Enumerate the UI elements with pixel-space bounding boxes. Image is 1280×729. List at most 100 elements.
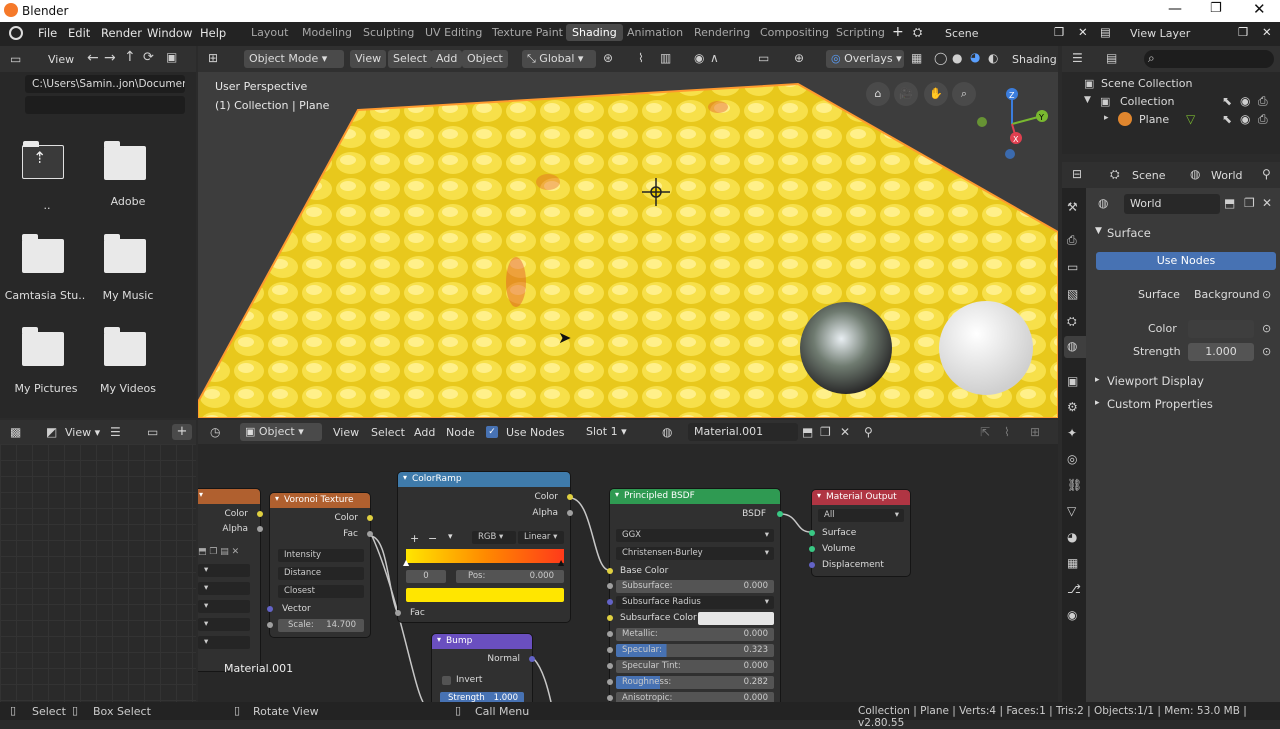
menu-file[interactable]: File (38, 26, 57, 40)
select-arrow-icon[interactable]: ⬉ (1222, 112, 1232, 126)
menu-render[interactable]: Render (101, 26, 142, 40)
visibility-eye-icon[interactable]: ◉ (1240, 112, 1250, 126)
render-tab-icon[interactable]: ⎙ (1067, 233, 1077, 248)
new-scene-icon[interactable]: ❐ (1054, 25, 1064, 39)
surface-value[interactable]: Background (1188, 286, 1260, 304)
anisotropic-field[interactable]: Anisotropic: 0.000 (616, 692, 774, 702)
position-field[interactable]: Pos: 0.000 (456, 570, 564, 583)
world-tab-icon[interactable]: ◍ (1190, 167, 1200, 181)
link-dot-icon[interactable]: ⊙ (1262, 288, 1271, 301)
stop-index-field[interactable]: 0 (406, 570, 446, 583)
object-mode-dropdown[interactable]: Object Mode ▾ (244, 50, 344, 68)
remove-view-layer-icon[interactable]: ✕ (1262, 25, 1272, 39)
node-menu-view[interactable]: View (333, 426, 359, 439)
tab-rendering[interactable]: Rendering (694, 26, 750, 39)
file-item-my-videos[interactable]: My Videos (82, 320, 172, 400)
toggle-camera-icon[interactable]: ⌂ (866, 82, 890, 106)
scene-prop-tab-icon[interactable]: ⛭ (1067, 314, 1077, 329)
world-name-field[interactable]: World (1124, 194, 1220, 214)
snap-target-icon[interactable]: ▥ (660, 51, 671, 65)
editor-type-icon[interactable]: ▭ (10, 52, 21, 66)
stop-handle-icon[interactable]: ▲ (558, 558, 564, 567)
use-nodes-button[interactable]: Use Nodes (1096, 252, 1276, 270)
snap-mode-icon[interactable]: ⊞ (1030, 425, 1040, 439)
subsurface-field[interactable]: Subsurface: 0.000 (616, 580, 774, 593)
shading-dropdown[interactable]: Shading (1012, 53, 1057, 66)
node-menu-add[interactable]: Add (414, 426, 435, 439)
new-world-icon[interactable]: ❐ (1244, 196, 1255, 210)
input-socket[interactable] (607, 679, 613, 685)
world-prop-tab-active[interactable]: ◍ (1064, 336, 1086, 358)
new-image-button[interactable]: + (172, 424, 192, 440)
file-item-adobe[interactable]: Adobe (82, 132, 172, 212)
image-editor[interactable] (0, 444, 196, 702)
parent-node-icon[interactable]: ⇱ (980, 425, 990, 439)
input-socket[interactable] (607, 599, 613, 605)
input-socket[interactable] (809, 562, 815, 568)
input-socket[interactable] (607, 615, 613, 621)
solid-shading-icon[interactable]: ● (952, 51, 962, 65)
select-arrow-icon[interactable]: ⬉ (1222, 94, 1232, 108)
properties-editor-icon[interactable]: ⊟ (1072, 167, 1082, 181)
material-browse-icon[interactable]: ◍ (662, 425, 672, 439)
viewport-menu-select[interactable]: Select (388, 50, 432, 68)
input-socket[interactable] (809, 546, 815, 552)
feature-dropdown[interactable]: Closest (278, 585, 364, 598)
menu-lines-icon[interactable]: ☰ (110, 425, 121, 439)
view-layer-tab-icon[interactable]: ▧ (1067, 287, 1078, 301)
collapse-arrow-icon[interactable]: ▸ (1095, 375, 1100, 385)
output-socket[interactable] (257, 526, 263, 532)
constraints-tab-icon[interactable]: ⛓ (1067, 478, 1082, 492)
input-socket[interactable] (607, 647, 613, 653)
tab-shading[interactable]: Shading (566, 24, 623, 41)
menu-help[interactable]: Help (200, 26, 226, 40)
tab-layout[interactable]: Layout (251, 26, 288, 39)
use-nodes-checkbox[interactable]: ✓ (486, 426, 498, 438)
tab-uv-editing[interactable]: UV Editing (425, 26, 482, 39)
material-shading-icon[interactable]: ◕ (970, 50, 980, 64)
input-socket[interactable] (607, 695, 613, 701)
shader-fx-tab-icon[interactable]: ◉ (1067, 608, 1077, 622)
outliner-collection[interactable]: Collection (1120, 95, 1174, 108)
render-camera-icon[interactable]: ⎙ (1258, 94, 1268, 109)
render-camera-icon[interactable]: ⎙ (1258, 112, 1268, 127)
collapse-arrow-icon[interactable]: ▸ (1095, 398, 1100, 408)
snap-icon[interactable]: ⌇ (638, 51, 644, 65)
editor-type-icon[interactable]: ▩ (10, 425, 21, 439)
image-dropdown[interactable]: ▾ (198, 636, 250, 649)
unlink-icon[interactable]: ✕ (1262, 196, 1272, 210)
new-view-layer-icon[interactable]: ❐ (1238, 25, 1248, 39)
menu-edit[interactable]: Edit (68, 26, 90, 40)
input-socket[interactable] (607, 568, 613, 574)
view-layer-name[interactable]: View Layer (1130, 27, 1190, 40)
proportional-edit-icon[interactable]: ◉ (694, 51, 704, 65)
new-material-icon[interactable]: ❐ (820, 425, 831, 439)
mode-icon[interactable]: ◩ (46, 425, 57, 439)
show-gizmo-icon[interactable]: ⊕ (794, 51, 804, 65)
remove-stop-icon[interactable]: − (428, 532, 437, 545)
close-icon[interactable]: ✕ (1253, 0, 1266, 18)
properties-tab-scene[interactable]: Scene (1132, 169, 1166, 182)
input-socket[interactable] (607, 631, 613, 637)
input-socket[interactable] (267, 622, 273, 628)
stop-color-swatch[interactable] (406, 588, 564, 602)
target-dropdown[interactable]: All ▾ (818, 509, 904, 522)
file-view-menu[interactable]: View (48, 53, 74, 66)
physics-tab-icon[interactable]: ◎ (1067, 452, 1077, 466)
stop-handle-icon[interactable]: ▲ (403, 558, 409, 567)
expand-arrow-icon[interactable]: ▸ (1104, 113, 1109, 123)
tab-modeling[interactable]: Modeling (302, 26, 352, 39)
tab-scripting[interactable]: Scripting (836, 26, 885, 39)
snap-icon[interactable]: ⌇ (1004, 425, 1010, 439)
tool-tab-icon[interactable]: ⚒ (1067, 200, 1078, 214)
input-socket[interactable] (607, 663, 613, 669)
specular-tint-field[interactable]: Specular Tint: 0.000 (616, 660, 774, 673)
refresh-icon[interactable]: ⟳ (143, 50, 154, 65)
add-workspace-icon[interactable]: + (892, 24, 904, 40)
input-socket[interactable] (809, 530, 815, 536)
camera-view-icon[interactable]: 🎥 (894, 82, 918, 106)
subsurface-radius-field[interactable]: Subsurface Radius ▾ (616, 596, 774, 609)
parent-dir-icon[interactable]: ↑ (124, 49, 136, 65)
strength-field[interactable]: 1.000 (1188, 343, 1254, 361)
metallic-field[interactable]: Metallic: 0.000 (616, 628, 774, 641)
